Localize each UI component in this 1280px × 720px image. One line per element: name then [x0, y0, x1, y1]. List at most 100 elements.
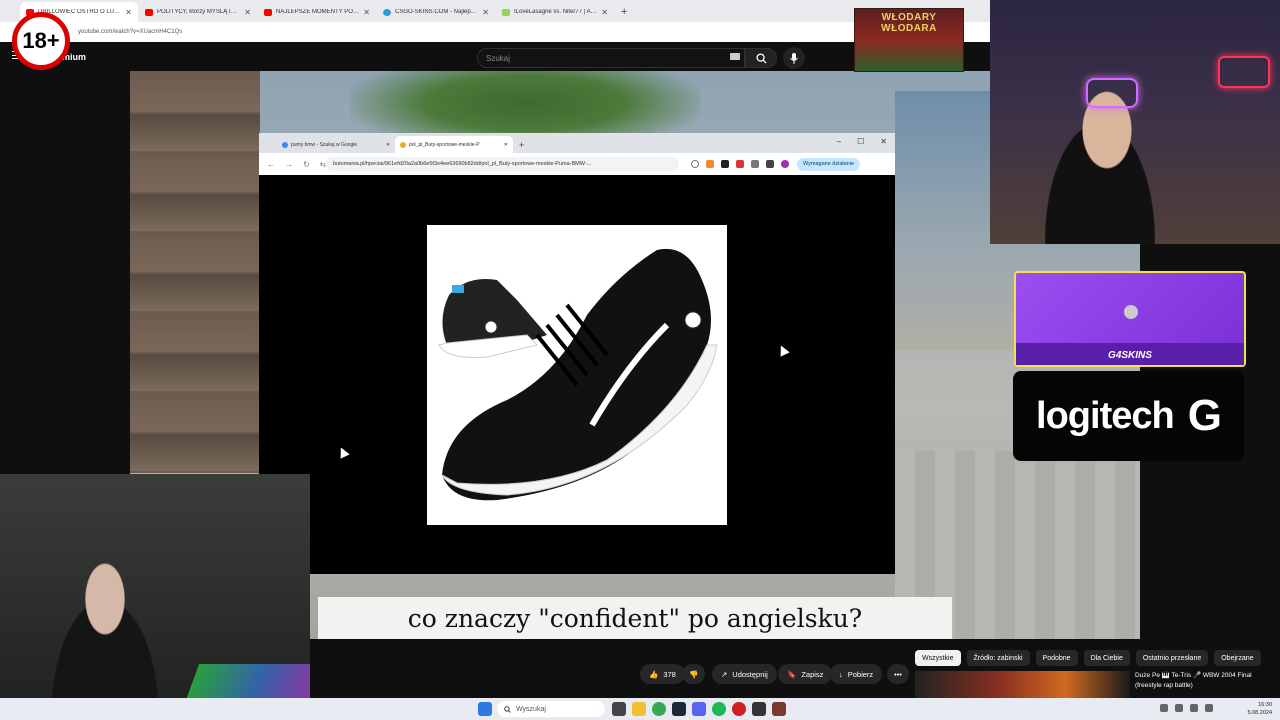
- browser-tab-3[interactable]: CSGO-SKINS.COM - Najlepsze ✕: [377, 2, 495, 22]
- overlay-browser-window[interactable]: pumy bmw - Szukaj w Google ✕ pol_pl_Buty…: [259, 133, 895, 574]
- reload-icon[interactable]: ↻: [303, 160, 310, 169]
- taskbar-search-placeholder: Wyszukaj: [516, 705, 546, 713]
- tab-title: CSGO-SKINS.COM - Najlepsze: [395, 9, 479, 15]
- overlay-url-field[interactable]: butomania.pl/hpeciai/961efd20a2a0b6e5f3e…: [325, 157, 679, 171]
- logitech-g-logo: G: [1187, 391, 1222, 440]
- wlodary-banner: WŁODARY WŁODARA: [854, 8, 964, 72]
- video-subtitle: co znaczy "confident" po angielsku?: [318, 597, 952, 639]
- close-icon[interactable]: ✕: [482, 8, 489, 17]
- youtube-favicon-icon: [264, 8, 272, 16]
- google-favicon-icon: [282, 141, 288, 148]
- recommendation-title[interactable]: Duże Pe 🎹 Te-Tris 🎤 WBW 2004 Final (free…: [1135, 671, 1280, 691]
- file-explorer-icon[interactable]: [632, 702, 646, 716]
- voice-search-button[interactable]: [783, 47, 805, 69]
- overlay-tab-bar: pumy bmw - Szukaj w Google ✕ pol_pl_Buty…: [259, 133, 895, 153]
- overlay-tab-1[interactable]: pol_pl_Buty-sportowe-meskie-P ✕: [395, 136, 513, 153]
- chip-source[interactable]: Źródło: zabinski: [966, 650, 1030, 666]
- thumbs-up-icon: 👍: [649, 669, 659, 679]
- minimize-icon[interactable]: –: [837, 137, 841, 146]
- browser-tab-4[interactable]: ILoveLasagne vs. Niter77 | Anal ✕: [496, 2, 614, 22]
- extension-icon[interactable]: [721, 160, 729, 168]
- clock-time: 16:30: [1258, 702, 1272, 708]
- close-icon[interactable]: ✕: [244, 8, 251, 17]
- new-tab-button[interactable]: +: [513, 140, 530, 153]
- browser-tab-bar: DRILLOWIEC OSTRO O LUDZIACH ✕ POLITYCY, …: [0, 0, 990, 22]
- neon-sign: [1218, 56, 1270, 88]
- coin-icon: [1124, 305, 1138, 319]
- clock[interactable]: 16:30 5.08.2024: [1248, 701, 1272, 717]
- obs-icon[interactable]: [732, 702, 746, 716]
- task-view-icon[interactable]: [612, 702, 626, 716]
- profile-avatar[interactable]: [781, 160, 789, 168]
- tab-title: ILoveLasagne vs. Niter77 | Anal: [514, 9, 598, 15]
- wifi-icon[interactable]: [1190, 704, 1198, 712]
- close-icon[interactable]: ✕: [504, 142, 508, 148]
- close-icon[interactable]: ✕: [601, 8, 608, 17]
- close-icon[interactable]: ✕: [125, 8, 132, 17]
- overlay-address-bar: ← → ↻ ⇆ butomania.pl/hpeciai/961efd20a2a…: [259, 153, 895, 175]
- windows-start-icon[interactable]: [478, 702, 492, 716]
- like-button[interactable]: 👍 378: [640, 664, 685, 684]
- bookmark-star-icon[interactable]: [691, 160, 699, 168]
- window-controls: – ☐ ✕: [837, 137, 887, 146]
- maximize-icon[interactable]: ☐: [857, 137, 864, 146]
- volume-icon[interactable]: [1205, 704, 1213, 712]
- download-button[interactable]: ↓ Pobierz: [830, 664, 883, 684]
- close-icon[interactable]: ✕: [363, 8, 370, 17]
- bookmark-icon: 🔖: [787, 669, 797, 679]
- extension-icon[interactable]: [706, 160, 714, 168]
- search-input[interactable]: Szukaj: [477, 48, 745, 68]
- taskbar-search[interactable]: Wyszukaj: [497, 701, 605, 717]
- app-icon[interactable]: [752, 702, 766, 716]
- g4skins-label: G4SKINS: [1108, 350, 1152, 361]
- keyboard-icon[interactable]: [730, 53, 740, 60]
- save-button[interactable]: 🔖 Zapisz: [778, 664, 833, 684]
- close-window-icon[interactable]: ✕: [880, 137, 887, 146]
- address-bar[interactable]: youtube.com/watch?v=XUacmH4C1Qs: [0, 22, 990, 42]
- more-actions-button[interactable]: •••: [887, 664, 909, 684]
- steam-icon[interactable]: [672, 702, 686, 716]
- nav-buttons: ← → ↻ ⇆: [259, 160, 326, 169]
- site-favicon-icon: [502, 8, 510, 16]
- search-button[interactable]: [745, 48, 777, 68]
- browser-tab-2[interactable]: NAJLEPSZE MOMENTY POLSKIEJ ✕: [258, 2, 376, 22]
- download-icon: ↓: [839, 669, 843, 679]
- chip-watched[interactable]: Obejrzane: [1214, 650, 1261, 666]
- overlay-tab-0[interactable]: pumy bmw - Szukaj w Google ✕: [277, 136, 395, 153]
- dislike-button[interactable]: 👎: [682, 664, 706, 684]
- action-required-button[interactable]: Wymagane działanie: [797, 157, 861, 171]
- youtube-header: mium Szukaj: [0, 42, 990, 71]
- recommendation-chips: Wszystkie Źródło: zabinski Podobne Dla C…: [915, 650, 1280, 668]
- chip-recent[interactable]: Ostatnio przesłane: [1135, 650, 1209, 666]
- chip-for-you[interactable]: Dla Ciebie: [1083, 650, 1130, 666]
- back-icon[interactable]: ←: [267, 160, 275, 169]
- recommendation-thumbnail[interactable]: [915, 671, 1130, 698]
- gmail-icon[interactable]: [736, 160, 744, 168]
- tab-title: pumy bmw - Szukaj w Google: [291, 141, 358, 148]
- tray-icon[interactable]: [1175, 704, 1183, 712]
- product-image: [427, 225, 727, 525]
- share-button[interactable]: ↗ Udostępnij: [712, 664, 777, 684]
- share-icon: ↗: [721, 669, 728, 679]
- save-label: Zapisz: [801, 669, 824, 679]
- new-tab-button[interactable]: +: [615, 6, 633, 22]
- taskbar-apps: [478, 702, 492, 716]
- browser-tab-1[interactable]: POLITYCY, którzy MYŚLĄ INACZEJ ✕: [139, 2, 257, 22]
- app-icon[interactable]: [772, 702, 786, 716]
- tray-icon[interactable]: [1160, 704, 1168, 712]
- left-dark-strip: [0, 71, 130, 474]
- puzzle-icon[interactable]: [751, 160, 759, 168]
- chrome-icon[interactable]: [652, 702, 666, 716]
- discord-icon[interactable]: [692, 702, 706, 716]
- system-tray: [1160, 704, 1213, 712]
- extension-icon[interactable]: [766, 160, 774, 168]
- spotify-icon[interactable]: [712, 702, 726, 716]
- forward-icon[interactable]: →: [285, 160, 293, 169]
- youtube-favicon-icon: [145, 8, 153, 16]
- chip-all[interactable]: Wszystkie: [915, 650, 961, 666]
- close-icon[interactable]: ✕: [386, 142, 390, 148]
- thumbs-down-icon: 👎: [689, 669, 699, 679]
- share-label: Udostępnij: [732, 669, 768, 679]
- video-wall: [130, 71, 260, 473]
- chip-similar[interactable]: Podobne: [1035, 650, 1078, 666]
